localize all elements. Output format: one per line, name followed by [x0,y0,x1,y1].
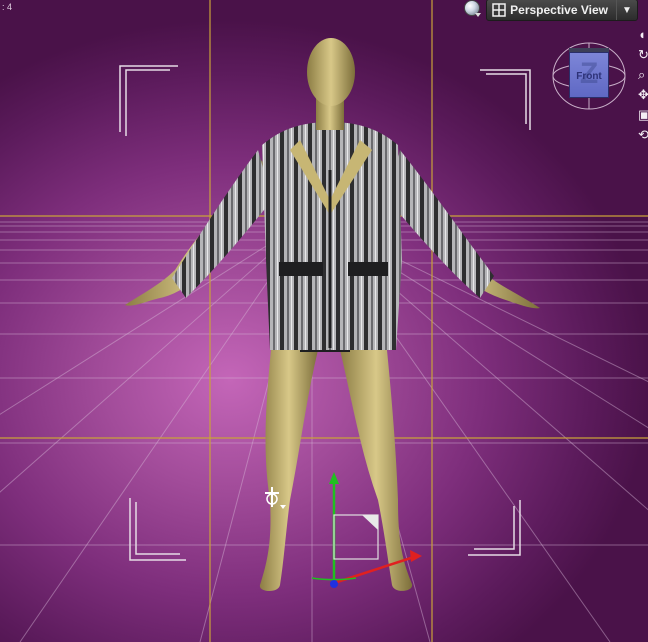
viewport-side-toolbar: ◖ ↻ ⌕ ✥ ▣ ⟲ [638,28,648,148]
view-cube[interactable]: Z Front [552,40,630,110]
frame-icon[interactable]: ▣ [638,108,648,128]
orbit-icon[interactable]: ◖ [638,28,648,48]
figure-torso [262,122,402,350]
triangle-down-icon[interactable]: ▼ [616,0,637,20]
figure-head [307,38,355,130]
viewport-top-controls: Perspective View ▼ [462,0,638,21]
view-selector-label: Perspective View [510,3,608,17]
cube-face-label: Front [576,71,602,82]
view-layout-icon [492,3,506,17]
3d-viewport[interactable]: : 4 Perspective View ▼ Z Front ◖ ↻ ⌕ ✥ ▣… [0,0,648,642]
perspective-view-selector[interactable]: Perspective View ▼ [486,0,638,21]
reset-icon[interactable]: ⟲ [638,128,648,148]
rotate-icon[interactable]: ↻ [638,48,648,68]
view-corner-label: : 4 [2,2,13,12]
character-figure[interactable] [0,0,648,642]
universal-tool-icon[interactable] [262,485,288,513]
zoom-icon[interactable]: ⌕ [638,68,648,88]
shading-sphere-icon[interactable] [462,0,482,20]
figure-legs [259,330,413,592]
pan-icon[interactable]: ✥ [638,88,648,108]
